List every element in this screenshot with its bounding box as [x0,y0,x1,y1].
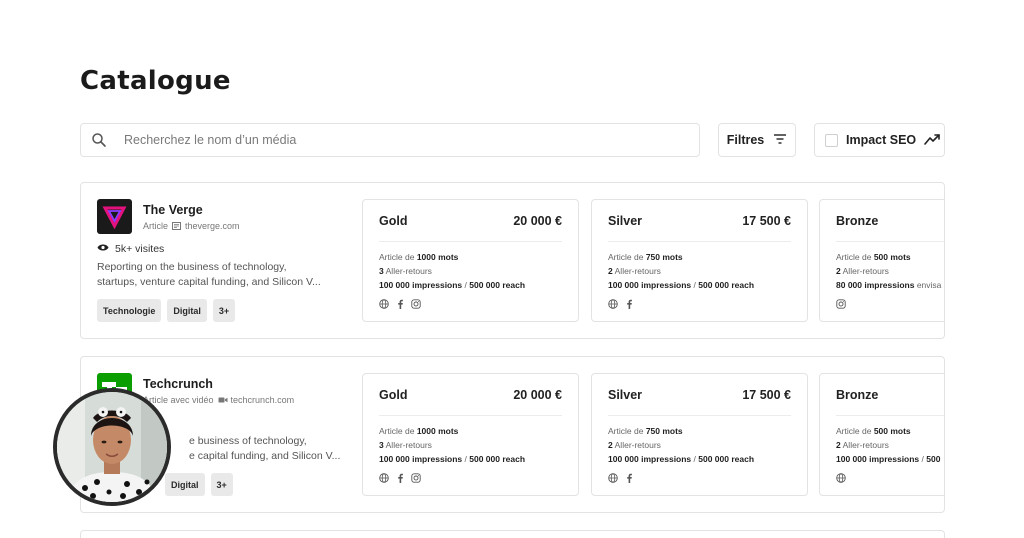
divider [836,241,944,242]
offer-impressions: 80 000 impressions envisa [836,280,942,290]
globe-icon [836,470,846,483]
media-description: Reporting on the business of technology,… [97,260,337,290]
offer-price: 17 500 € [742,214,791,228]
divider [608,241,791,242]
the-verge-logo [97,199,132,234]
visits: 5k+ visites [97,243,164,255]
divider [379,241,562,242]
offer-price: 17 500 € [742,388,791,402]
offer-words: Article de 500 mots [836,252,911,262]
filters-button[interactable]: Filtres [718,123,796,157]
tags: Digital 3+ [165,473,233,496]
facebook-icon [395,470,405,483]
offer-bronze[interactable]: Bronze Article de 500 mots 2 Aller-retou… [819,199,944,322]
offer-words: Article de 1000 mots [379,252,459,262]
offer-impressions: 100 000 impressions / 500 000 reach [608,454,755,464]
facebook-icon [624,296,634,309]
offer-round-trips: 2 Aller-retours [608,440,661,450]
visits-count: 5k+ visites [115,243,165,255]
offer-words: Article de 750 mots [608,252,683,262]
offer-round-trips: 2 Aller-retours [836,266,889,276]
divider [608,415,791,416]
newspaper-icon [172,222,182,230]
offer-round-trips: 3 Aller-retours [379,440,432,450]
offer-socials [836,296,846,309]
tag-more[interactable]: 3+ [210,473,233,496]
tag-more[interactable]: 3+ [212,299,236,322]
offer-round-trips: 3 Aller-retours [379,266,432,276]
offer-bronze[interactable]: Bronze Article de 500 mots 2 Aller-retou… [819,373,944,496]
offer-tier: Gold [379,214,408,228]
instagram-icon [411,296,421,309]
eye-icon [97,243,109,255]
media-domain: theverge.com [185,221,240,231]
media-name[interactable]: The Verge [143,203,203,217]
filters-label: Filtres [726,133,765,147]
divider [836,415,944,416]
offer-tier: Bronze [836,388,879,402]
instagram-icon [411,470,421,483]
offer-words: Article de 500 mots [836,426,911,436]
offer-words: Article de 750 mots [608,426,683,436]
offer-impressions: 100 000 impressions / 500 000 reach [379,280,526,290]
globe-icon [379,470,389,483]
offer-round-trips: 2 Aller-retours [836,440,889,450]
instagram-icon [836,296,846,309]
video-camera-icon [218,396,228,404]
offer-price: 20 000 € [513,388,562,402]
globe-icon [608,470,618,483]
presenter-video-frame [57,392,167,502]
media-meta: Article avec vidéo techcrunch.com [143,395,294,405]
media-name[interactable]: Techcrunch [143,377,213,391]
offer-socials [379,470,421,483]
tags: Technologie Digital 3+ [97,299,236,322]
divider [379,415,562,416]
impact-seo-toggle[interactable]: Impact SEO [814,123,945,157]
page-title: Catalogue [80,66,231,96]
media-card-partial[interactable] [80,530,945,538]
media-type: Article [143,221,169,231]
offer-impressions: 100 000 impressions / 500 000 reach [379,454,526,464]
offer-silver[interactable]: Silver 17 500 € Article de 750 mots 2 All… [591,373,808,496]
filter-icon [773,133,787,148]
offer-impressions: 100 000 impressions / 500 [836,454,941,464]
offer-price: 20 000 € [513,214,562,228]
media-domain: techcrunch.com [230,395,295,405]
impact-seo-checkbox[interactable] [825,133,838,147]
globe-icon [379,296,389,309]
offer-gold[interactable]: Gold 20 000 € Article de 1000 mots 3 Alle… [362,199,579,322]
media-card-techcrunch[interactable]: Techcrunch Article avec vidéo techcrunch… [80,356,945,513]
search-icon [91,132,107,148]
offer-socials [608,296,634,309]
presenter-video-bubble [53,388,171,506]
description-line: startups, venture capital funding, and S… [97,276,321,288]
media-type: Article avec vidéo [143,395,214,405]
offer-tier: Gold [379,388,408,402]
offer-tier: Silver [608,388,643,402]
offer-round-trips: 2 Aller-retours [608,266,661,276]
tag[interactable]: Digital [165,473,205,496]
search-bar[interactable] [80,123,700,157]
facebook-icon [624,470,634,483]
description-line: Reporting on the business of technology, [97,261,287,273]
offer-gold[interactable]: Gold 20 000 € Article de 1000 mots 3 Alle… [362,373,579,496]
globe-icon [608,296,618,309]
offer-impressions: 100 000 impressions / 500 000 reach [608,280,755,290]
impact-seo-label: Impact SEO [846,133,917,147]
offer-words: Article de 1000 mots [379,426,459,436]
media-card-the-verge[interactable]: The Verge Article theverge.com 5k+ visit… [80,182,945,339]
offer-socials [836,470,846,483]
trend-up-icon [924,133,940,148]
media-meta: Article theverge.com [143,221,240,231]
offer-socials [608,470,634,483]
offer-tier: Bronze [836,214,879,228]
offer-tier: Silver [608,214,643,228]
tag[interactable]: Digital [167,299,207,322]
offer-silver[interactable]: Silver 17 500 € Article de 750 mots 2 All… [591,199,808,322]
offer-socials [379,296,421,309]
search-input[interactable] [124,133,664,147]
tag[interactable]: Technologie [97,299,162,322]
facebook-icon [395,296,405,309]
